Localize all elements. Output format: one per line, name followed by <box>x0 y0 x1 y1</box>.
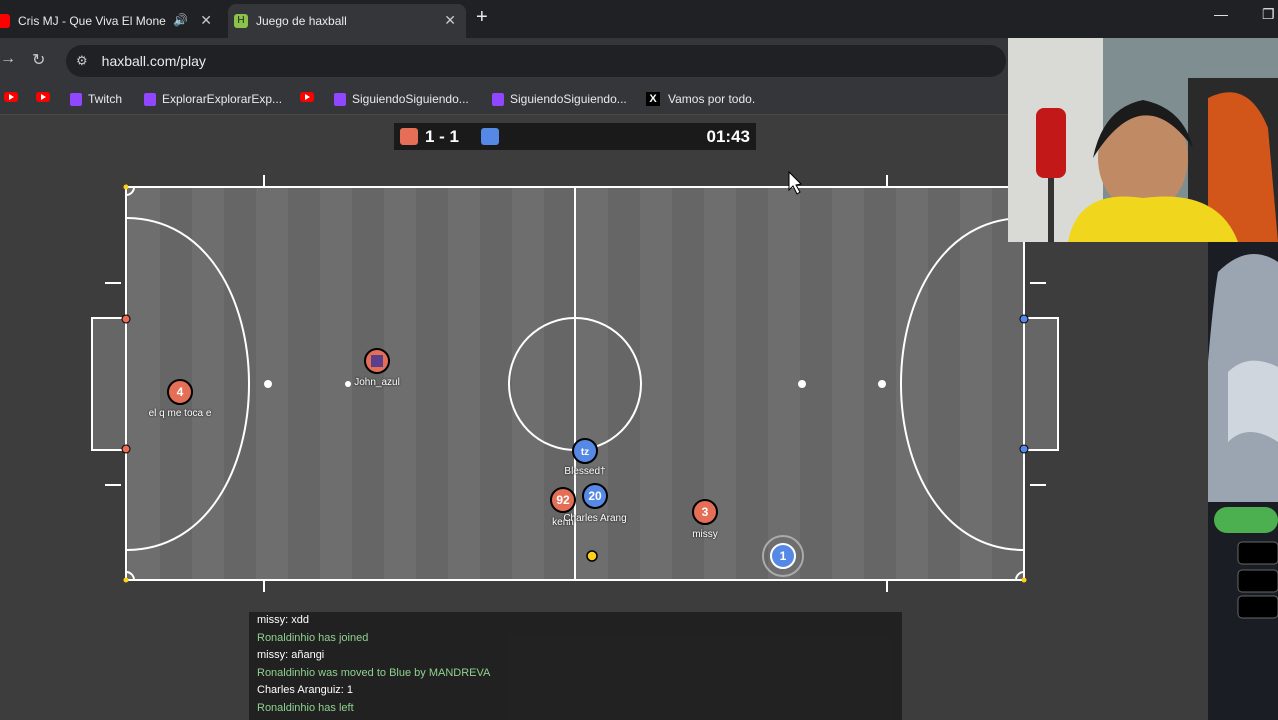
goal-post <box>121 314 131 324</box>
chat-line: missy: añangi <box>257 649 325 661</box>
blue-team-swatch <box>481 128 499 145</box>
player-number: 20 <box>588 489 602 503</box>
player-name: missy <box>692 529 718 540</box>
player-name: Blessed† <box>564 466 606 477</box>
chat-line: missy: xdd <box>257 614 309 626</box>
ball <box>586 550 598 562</box>
penalty-spot <box>798 380 806 388</box>
player-red: 3 <box>692 499 718 525</box>
red-team-swatch <box>400 128 418 145</box>
goal-post <box>1019 444 1029 454</box>
goal-post <box>1019 314 1029 324</box>
player-number: 92 <box>556 493 570 507</box>
scoreboard: 1 - 1 01:43 <box>394 123 756 150</box>
player-name: John_azul <box>354 377 400 388</box>
score-text: 1 - 1 <box>425 127 460 146</box>
player-number: tz <box>581 447 589 458</box>
chat-line: Ronaldinhio was moved to Blue by MANDREV… <box>257 666 491 679</box>
red-goal <box>91 317 127 451</box>
player-number: 1 <box>780 549 787 563</box>
goal-post <box>121 444 131 454</box>
player-red: 92 <box>550 487 576 513</box>
player-number: 3 <box>702 505 709 519</box>
chat-line: Charles Aranguiz: 1 <box>257 684 353 696</box>
chat-log: missy: xdd Ronaldinhio has joined missy:… <box>249 612 902 720</box>
chat-line: Ronaldinhio has joined <box>257 631 369 644</box>
ad-artwork-image <box>1208 242 1278 720</box>
player-red: 4 <box>167 379 193 405</box>
penalty-spot <box>264 380 272 388</box>
side-advertisement[interactable] <box>1208 242 1278 720</box>
match-timer: 01:43 <box>706 127 750 146</box>
player-name: Charles Arang <box>563 513 627 524</box>
webcam-overlay <box>1008 38 1278 242</box>
player-name: el q me toca e <box>148 408 212 419</box>
pixel-avatar-icon <box>371 355 383 367</box>
player-blue: tz <box>572 438 598 464</box>
chat-line: Ronaldinhio has left <box>257 701 354 714</box>
blue-goal <box>1023 317 1059 451</box>
penalty-spot <box>878 380 886 388</box>
penalty-spot <box>345 381 351 387</box>
player-red <box>364 348 390 374</box>
player-blue: 20 <box>582 483 608 509</box>
player-number: 4 <box>177 385 184 399</box>
webcam-feed-image <box>1008 38 1278 242</box>
